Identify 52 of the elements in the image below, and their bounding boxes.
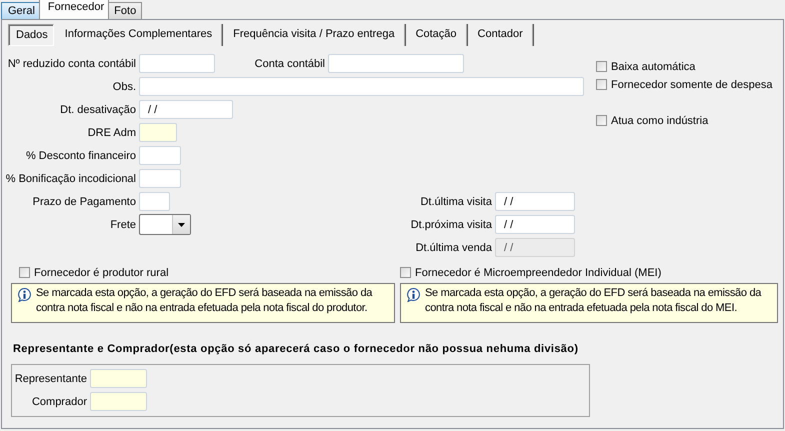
input-field[interactable] xyxy=(139,77,584,96)
input-field[interactable] xyxy=(328,54,464,73)
input-field[interactable] xyxy=(139,169,181,188)
tab[interactable]: Fornecedor xyxy=(38,0,110,19)
field-label: DRE Adm xyxy=(86,126,136,138)
info-icon xyxy=(18,288,31,302)
field-label: Dt.próxima visita xyxy=(410,218,492,230)
field-label: Obs. xyxy=(112,80,136,92)
field-label: Prazo de Pagamento xyxy=(32,196,136,208)
checkbox-label[interactable]: Fornecedor é produtor rural xyxy=(34,266,169,278)
tab[interactable]: Dados xyxy=(8,24,54,46)
caret-icon xyxy=(178,222,185,226)
input-field[interactable] xyxy=(139,123,177,142)
checkbox-label[interactable]: Fornecedor é Microempreendedor Individual (MEI) xyxy=(415,266,662,278)
checkbox-label[interactable]: Baixa automática xyxy=(611,60,696,72)
field-label: Conta contábil xyxy=(254,58,325,70)
input-field[interactable]: / / xyxy=(495,215,575,234)
info-icon xyxy=(407,288,420,302)
section-title: Representante e Comprador(esta opção só aparecerá caso o fornecedor não possua nehuma divisão) xyxy=(13,343,580,357)
tab[interactable]: Geral xyxy=(1,2,41,19)
checkbox[interactable] xyxy=(400,267,411,278)
field-label: Frete xyxy=(109,218,136,230)
tab[interactable]: Frequência visita / Prazo entrega xyxy=(224,24,406,46)
input-field[interactable] xyxy=(139,146,181,165)
field-label: Nº reduzido conta contábil xyxy=(6,58,136,70)
input-field[interactable]: / / xyxy=(495,192,575,211)
dropdown[interactable] xyxy=(139,214,191,235)
checkbox[interactable] xyxy=(596,115,607,126)
tab[interactable]: Contador xyxy=(468,24,534,46)
info-text: Se marcada esta opção, a geração do EFD será baseada na emissão da contra nota fiscal e não na entrada efetuada pela nota fiscal do MEI. xyxy=(425,286,762,316)
input-field[interactable] xyxy=(139,54,215,73)
field-label: Dt. desativação xyxy=(59,104,136,116)
tab[interactable]: Cotação xyxy=(406,24,468,46)
checkbox-label[interactable]: Atua como indústria xyxy=(611,114,708,126)
input-field[interactable] xyxy=(90,392,147,411)
field-label: % Desconto financeiro xyxy=(24,150,136,162)
input-field[interactable] xyxy=(139,192,170,211)
checkbox[interactable] xyxy=(596,79,607,90)
checkbox-label[interactable]: Fornecedor somente de despesa xyxy=(611,78,772,90)
info-text: Se marcada esta opção, a geração do EFD será baseada na emissão da contra nota fiscal e não na entrada efetuada pela nota fiscal do produtor. xyxy=(36,286,374,316)
tab[interactable]: Foto xyxy=(107,2,142,19)
tab[interactable]: Informações Complementares xyxy=(56,24,224,46)
input-field[interactable]: / / xyxy=(495,238,575,257)
field-label: Dt.última venda xyxy=(414,242,492,254)
input-field[interactable] xyxy=(90,369,147,388)
field-label: Comprador xyxy=(30,396,87,408)
checkbox[interactable] xyxy=(596,61,607,72)
field-label: % Bonificação incodicional xyxy=(4,172,136,184)
checkbox[interactable] xyxy=(19,267,30,278)
input-field[interactable]: / / xyxy=(139,100,233,119)
field-label: Representante xyxy=(14,372,87,384)
field-label: Dt.última visita xyxy=(419,196,492,208)
